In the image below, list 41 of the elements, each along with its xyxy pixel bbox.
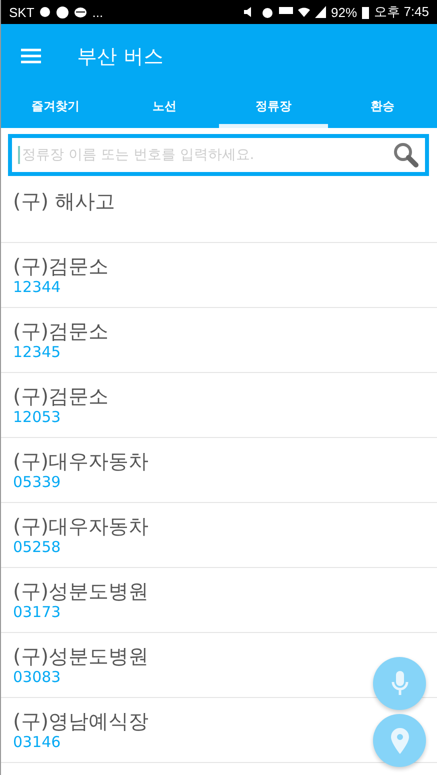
notification-icon xyxy=(56,6,70,18)
stop-item[interactable]: (구)대우자동차 05339 xyxy=(1,438,437,503)
map-pin-icon xyxy=(390,728,408,754)
microphone-icon xyxy=(390,670,408,696)
menu-icon[interactable] xyxy=(21,48,41,64)
battery-percent: 92% xyxy=(331,4,358,20)
stop-number: 12053 xyxy=(13,409,61,426)
stop-name: (구) 해사고 xyxy=(13,188,115,214)
stop-name: (구)대우자동차 xyxy=(13,448,149,474)
stop-number: 05339 xyxy=(13,474,61,491)
wifi-icon xyxy=(298,6,310,18)
stop-item[interactable]: (구)검문소 12344 xyxy=(1,243,437,308)
stop-number: 03173 xyxy=(13,604,61,621)
stop-item[interactable]: (구)검문소 12053 xyxy=(1,373,437,438)
stop-number: 03083 xyxy=(13,669,61,686)
stop-number: 12345 xyxy=(13,344,61,361)
stop-number: 05258 xyxy=(13,539,61,556)
stop-name: (구)성분도병원 xyxy=(13,578,149,604)
stop-name: (구)성분도병원 xyxy=(13,643,149,669)
battery-icon xyxy=(362,6,370,18)
stop-name: (구)검문소 xyxy=(13,318,109,344)
stop-name: (구)영남예식장 xyxy=(13,708,149,734)
stop-item[interactable]: (구)대우자동차 05258 xyxy=(1,503,437,568)
carrier-name: SKT xyxy=(9,4,34,20)
notification-icon xyxy=(74,6,88,18)
stop-item[interactable]: (구)성분도병원 03173 xyxy=(1,568,437,633)
location-button[interactable] xyxy=(373,714,426,767)
stop-item[interactable]: (구) 해사고 xyxy=(1,178,437,243)
stop-item[interactable]: (구)검문소 12345 xyxy=(1,308,437,373)
clock: 오후 7:45 xyxy=(374,3,429,21)
app-title: 부산 버스 xyxy=(77,42,164,70)
more-notifications: ... xyxy=(92,4,104,20)
stop-name: (구)검문소 xyxy=(13,383,109,409)
stop-number: 03146 xyxy=(13,734,61,751)
stop-number: 12344 xyxy=(13,279,61,296)
search-icon[interactable] xyxy=(393,142,419,168)
stop-name: (구)대우자동차 xyxy=(13,513,149,539)
signal-icon xyxy=(315,6,326,18)
stop-name: (구)검문소 xyxy=(13,253,109,279)
notification-icon xyxy=(39,6,52,18)
voice-search-button[interactable] xyxy=(373,657,426,710)
